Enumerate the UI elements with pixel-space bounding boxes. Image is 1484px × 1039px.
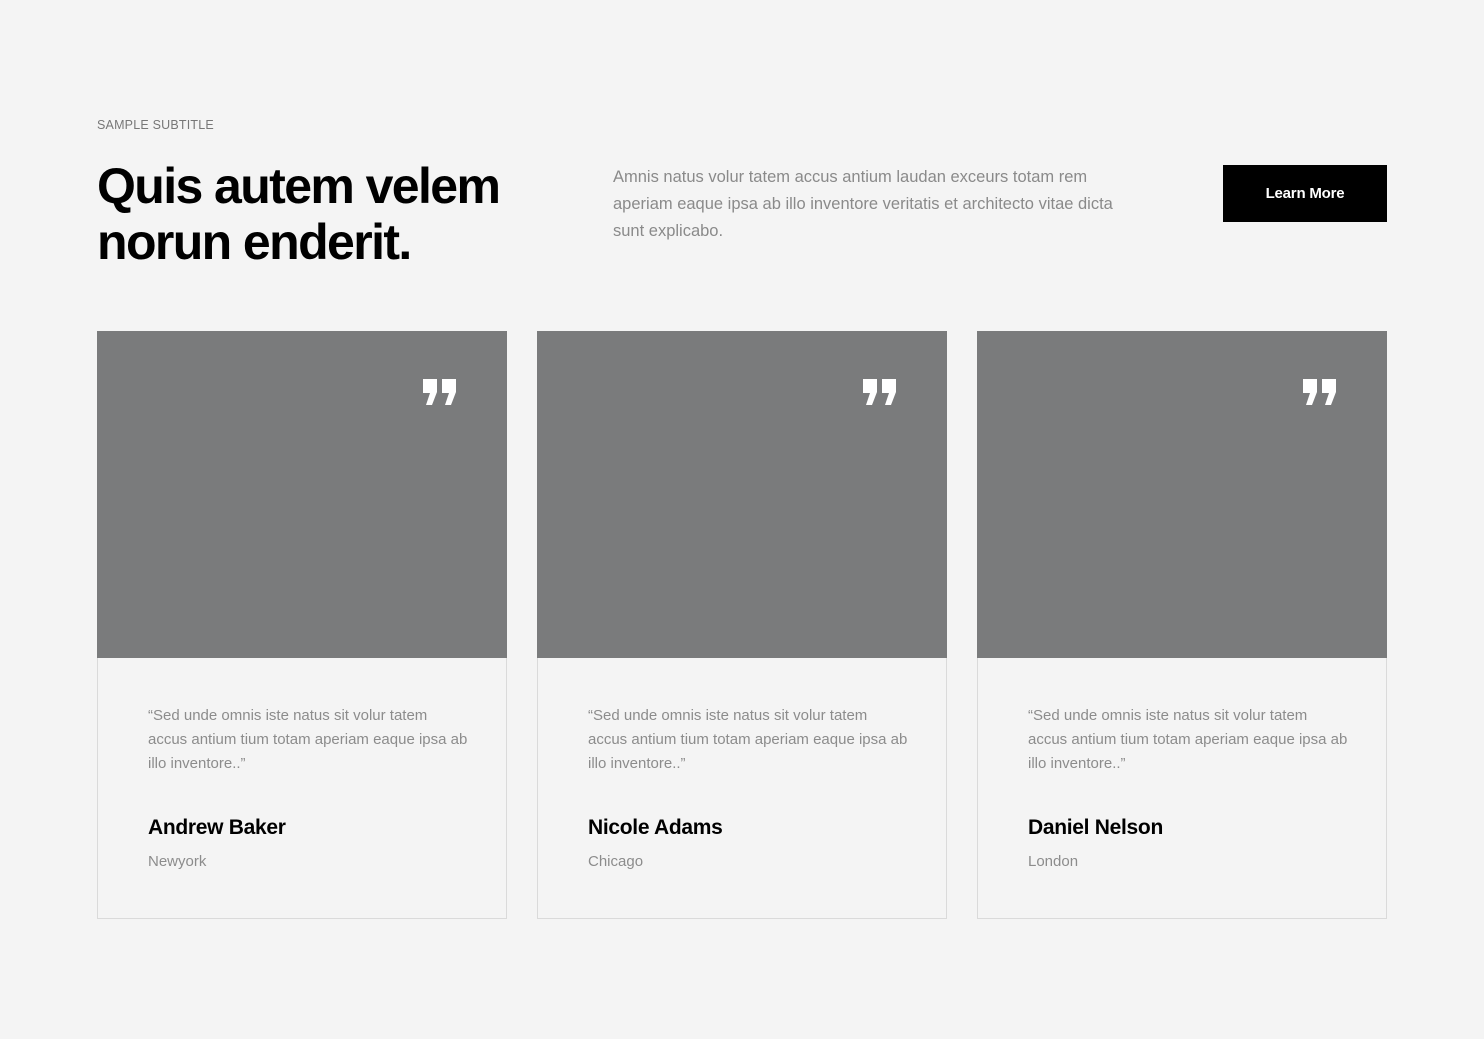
quote-icon [1303,379,1336,405]
testimonial-name: Andrew Baker [148,816,286,839]
testimonial-name: Nicole Adams [588,816,723,839]
testimonial-quote: “Sed unde omnis iste natus sit volur tat… [588,707,908,772]
section-title: Quis autem velem norun enderit. [97,158,501,270]
quote-icon [423,379,456,405]
testimonial-card: “Sed unde omnis iste natus sit volur tat… [977,331,1387,919]
section-subtitle: SAMPLE SUBTITLE [97,118,214,132]
testimonial-cards: “Sed unde omnis iste natus sit volur tat… [97,331,1387,919]
testimonial-city: London [1028,853,1079,870]
testimonial-quote: “Sed unde omnis iste natus sit volur tat… [1028,707,1348,772]
testimonials-header: SAMPLE SUBTITLE Quis autem velem norun e… [97,0,1387,300]
testimonial-quote: “Sed unde omnis iste natus sit volur tat… [148,707,468,772]
testimonial-card: “Sed unde omnis iste natus sit volur tat… [537,331,947,919]
learn-more-button[interactable]: Learn More [1223,165,1387,222]
testimonial-image [537,331,947,658]
testimonial-city: Newyork [148,853,207,870]
testimonial-image [977,331,1387,658]
testimonial-city: Chicago [588,853,644,870]
testimonial-name: Daniel Nelson [1028,816,1163,839]
testimonial-image [97,331,507,658]
quote-icon [863,379,896,405]
testimonial-card: “Sed unde omnis iste natus sit volur tat… [97,331,507,919]
section-intro: Amnis natus volur tatem accus antium lau… [613,168,1113,240]
